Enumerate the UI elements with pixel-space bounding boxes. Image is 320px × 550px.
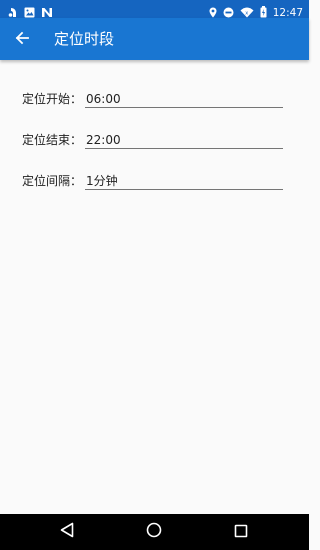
end-time-input[interactable] bbox=[85, 129, 283, 149]
nav-recents-button[interactable] bbox=[228, 520, 254, 544]
home-circle-icon bbox=[146, 522, 162, 542]
interval-input[interactable] bbox=[85, 170, 283, 190]
back-triangle-icon bbox=[60, 522, 74, 542]
start-time-input[interactable] bbox=[85, 88, 283, 108]
back-button[interactable] bbox=[6, 23, 38, 55]
end-time-label: 定位结束： bbox=[22, 133, 83, 147]
svg-text:x: x bbox=[245, 11, 248, 17]
system-nav-bar bbox=[0, 514, 309, 550]
recents-square-icon bbox=[234, 523, 248, 542]
interval-row: 定位间隔： bbox=[22, 170, 284, 192]
status-bar: x 12:47 bbox=[0, 0, 309, 19]
arrow-back-icon bbox=[15, 30, 29, 49]
app-bar: 定位时段 bbox=[0, 18, 309, 60]
nav-back-button[interactable] bbox=[54, 520, 80, 544]
start-time-row: 定位开始： bbox=[22, 88, 284, 110]
nav-home-button[interactable] bbox=[141, 520, 167, 544]
start-time-label: 定位开始： bbox=[22, 92, 83, 106]
interval-label: 定位间隔： bbox=[22, 174, 83, 188]
end-time-row: 定位结束： bbox=[22, 129, 284, 151]
status-time: 12:47 bbox=[272, 6, 303, 19]
page-title: 定位时段 bbox=[54, 30, 115, 48]
